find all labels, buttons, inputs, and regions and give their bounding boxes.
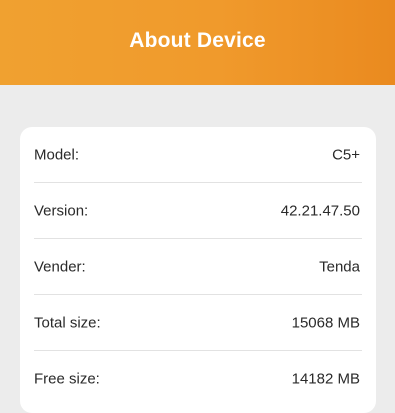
page-title: About Device [129, 28, 266, 52]
version-value: 42.21.47.50 [280, 202, 360, 220]
info-row-model: Model: C5+ [20, 127, 376, 183]
free-size-value: 14182 MB [291, 370, 360, 388]
version-label: Version: [34, 202, 89, 220]
vender-value: Tenda [319, 258, 360, 276]
info-row-version: Version: 42.21.47.50 [20, 183, 376, 239]
total-size-label: Total size: [34, 314, 101, 332]
device-info-card: Model: C5+ Version: 42.21.47.50 Vender: … [20, 127, 376, 413]
info-row-free-size: Free size: 14182 MB [20, 351, 376, 407]
model-label: Model: [34, 146, 80, 164]
info-row-vender: Vender: Tenda [20, 239, 376, 295]
app-header: About Device [0, 0, 395, 85]
total-size-value: 15068 MB [291, 314, 360, 332]
model-value: C5+ [332, 146, 360, 164]
vender-label: Vender: [34, 258, 86, 276]
info-row-total-size: Total size: 15068 MB [20, 295, 376, 351]
free-size-label: Free size: [34, 370, 100, 388]
